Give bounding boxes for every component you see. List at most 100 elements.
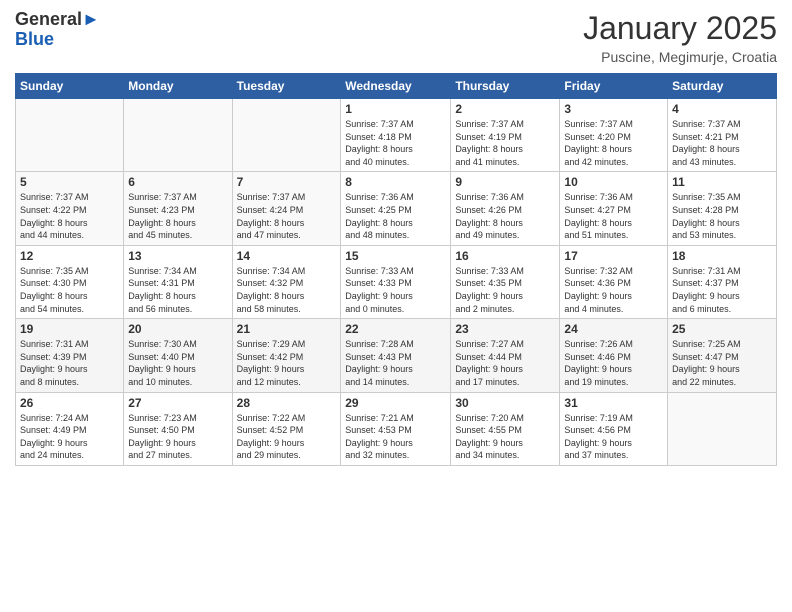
day-number: 2 [455, 102, 555, 116]
day-info: Sunrise: 7:23 AM Sunset: 4:50 PM Dayligh… [128, 412, 227, 462]
calendar-header-row: Sunday Monday Tuesday Wednesday Thursday… [16, 74, 777, 99]
day-number: 21 [237, 322, 337, 336]
day-number: 20 [128, 322, 227, 336]
calendar-cell: 16 Sunrise: 7:33 AM Sunset: 4:35 PM Dayli… [451, 245, 560, 318]
calendar-cell: 6 Sunrise: 7:37 AM Sunset: 4:23 PM Daylig… [124, 172, 232, 245]
day-info: Sunrise: 7:34 AM Sunset: 4:31 PM Dayligh… [128, 265, 227, 315]
day-number: 9 [455, 175, 555, 189]
col-monday: Monday [124, 74, 232, 99]
calendar-cell: 3Sunrise: 7:37 AM Sunset: 4:20 PM Daylig… [560, 99, 668, 172]
day-info: Sunrise: 7:31 AM Sunset: 4:39 PM Dayligh… [20, 338, 119, 388]
day-info: Sunrise: 7:37 AM Sunset: 4:19 PM Dayligh… [455, 118, 555, 168]
page-header: General► Blue January 2025 Puscine, Megi… [15, 10, 777, 65]
day-number: 4 [672, 102, 772, 116]
calendar-cell: 22 Sunrise: 7:28 AM Sunset: 4:43 PM Dayli… [341, 319, 451, 392]
calendar-cell [124, 99, 232, 172]
calendar-cell: 27 Sunrise: 7:23 AM Sunset: 4:50 PM Dayli… [124, 392, 232, 465]
day-number: 6 [128, 175, 227, 189]
day-info: Sunrise: 7:27 AM Sunset: 4:44 PM Dayligh… [455, 338, 555, 388]
day-number: 1 [345, 102, 446, 116]
calendar-cell: 29 Sunrise: 7:21 AM Sunset: 4:53 PM Dayli… [341, 392, 451, 465]
day-info: Sunrise: 7:20 AM Sunset: 4:55 PM Dayligh… [455, 412, 555, 462]
day-info: Sunrise: 7:30 AM Sunset: 4:40 PM Dayligh… [128, 338, 227, 388]
day-number: 14 [237, 249, 337, 263]
day-info: Sunrise: 7:31 AM Sunset: 4:37 PM Dayligh… [672, 265, 772, 315]
logo-blue-triangle: ► [82, 9, 100, 29]
calendar-cell: 30Sunrise: 7:20 AM Sunset: 4:55 PM Dayli… [451, 392, 560, 465]
day-info: Sunrise: 7:33 AM Sunset: 4:35 PM Dayligh… [455, 265, 555, 315]
day-info: Sunrise: 7:22 AM Sunset: 4:52 PM Dayligh… [237, 412, 337, 462]
calendar-cell: 17Sunrise: 7:32 AM Sunset: 4:36 PM Dayli… [560, 245, 668, 318]
calendar-week-row: 19 Sunrise: 7:31 AM Sunset: 4:39 PM Dayli… [16, 319, 777, 392]
calendar-cell: 2 Sunrise: 7:37 AM Sunset: 4:19 PM Daylig… [451, 99, 560, 172]
day-number: 23 [455, 322, 555, 336]
calendar-cell: 14 Sunrise: 7:34 AM Sunset: 4:32 PM Dayli… [232, 245, 341, 318]
day-number: 24 [564, 322, 663, 336]
calendar-cell: 13 Sunrise: 7:34 AM Sunset: 4:31 PM Dayli… [124, 245, 232, 318]
day-number: 7 [237, 175, 337, 189]
day-info: Sunrise: 7:36 AM Sunset: 4:27 PM Dayligh… [564, 191, 663, 241]
day-number: 22 [345, 322, 446, 336]
day-number: 11 [672, 175, 772, 189]
day-info: Sunrise: 7:34 AM Sunset: 4:32 PM Dayligh… [237, 265, 337, 315]
calendar-cell: 26 Sunrise: 7:24 AM Sunset: 4:49 PM Dayli… [16, 392, 124, 465]
day-number: 13 [128, 249, 227, 263]
day-info: Sunrise: 7:37 AM Sunset: 4:22 PM Dayligh… [20, 191, 119, 241]
title-block: January 2025 Puscine, Megimurje, Croatia [583, 10, 777, 65]
day-info: Sunrise: 7:29 AM Sunset: 4:42 PM Dayligh… [237, 338, 337, 388]
calendar-cell: 7Sunrise: 7:37 AM Sunset: 4:24 PM Daylig… [232, 172, 341, 245]
day-number: 29 [345, 396, 446, 410]
calendar-cell: 28Sunrise: 7:22 AM Sunset: 4:52 PM Dayli… [232, 392, 341, 465]
calendar-week-row: 5 Sunrise: 7:37 AM Sunset: 4:22 PM Daylig… [16, 172, 777, 245]
calendar-cell [668, 392, 777, 465]
day-number: 25 [672, 322, 772, 336]
day-info: Sunrise: 7:37 AM Sunset: 4:23 PM Dayligh… [128, 191, 227, 241]
day-info: Sunrise: 7:35 AM Sunset: 4:30 PM Dayligh… [20, 265, 119, 315]
calendar-table: Sunday Monday Tuesday Wednesday Thursday… [15, 73, 777, 466]
day-number: 31 [564, 396, 663, 410]
calendar-cell: 1 Sunrise: 7:37 AM Sunset: 4:18 PM Daylig… [341, 99, 451, 172]
col-friday: Friday [560, 74, 668, 99]
logo-blue: Blue [15, 29, 54, 49]
calendar-cell: 20 Sunrise: 7:30 AM Sunset: 4:40 PM Dayli… [124, 319, 232, 392]
day-info: Sunrise: 7:24 AM Sunset: 4:49 PM Dayligh… [20, 412, 119, 462]
day-number: 16 [455, 249, 555, 263]
calendar-cell: 21 Sunrise: 7:29 AM Sunset: 4:42 PM Dayli… [232, 319, 341, 392]
calendar-cell: 11Sunrise: 7:35 AM Sunset: 4:28 PM Dayli… [668, 172, 777, 245]
calendar-cell: 5 Sunrise: 7:37 AM Sunset: 4:22 PM Daylig… [16, 172, 124, 245]
day-info: Sunrise: 7:33 AM Sunset: 4:33 PM Dayligh… [345, 265, 446, 315]
col-tuesday: Tuesday [232, 74, 341, 99]
col-wednesday: Wednesday [341, 74, 451, 99]
calendar-week-row: 26 Sunrise: 7:24 AM Sunset: 4:49 PM Dayli… [16, 392, 777, 465]
day-info: Sunrise: 7:21 AM Sunset: 4:53 PM Dayligh… [345, 412, 446, 462]
calendar-cell: 23 Sunrise: 7:27 AM Sunset: 4:44 PM Dayli… [451, 319, 560, 392]
calendar-cell [16, 99, 124, 172]
day-info: Sunrise: 7:28 AM Sunset: 4:43 PM Dayligh… [345, 338, 446, 388]
logo: General► Blue [15, 10, 100, 50]
day-info: Sunrise: 7:37 AM Sunset: 4:18 PM Dayligh… [345, 118, 446, 168]
day-number: 19 [20, 322, 119, 336]
calendar-cell: 24Sunrise: 7:26 AM Sunset: 4:46 PM Dayli… [560, 319, 668, 392]
calendar-cell: 9Sunrise: 7:36 AM Sunset: 4:26 PM Daylig… [451, 172, 560, 245]
month-year-title: January 2025 [583, 10, 777, 47]
day-number: 26 [20, 396, 119, 410]
day-number: 12 [20, 249, 119, 263]
day-number: 3 [564, 102, 663, 116]
calendar-cell: 10Sunrise: 7:36 AM Sunset: 4:27 PM Dayli… [560, 172, 668, 245]
day-number: 18 [672, 249, 772, 263]
calendar-cell: 25Sunrise: 7:25 AM Sunset: 4:47 PM Dayli… [668, 319, 777, 392]
calendar-cell: 18 Sunrise: 7:31 AM Sunset: 4:37 PM Dayli… [668, 245, 777, 318]
day-number: 5 [20, 175, 119, 189]
calendar-cell: 4 Sunrise: 7:37 AM Sunset: 4:21 PM Daylig… [668, 99, 777, 172]
logo-general: General [15, 9, 82, 29]
calendar-cell [232, 99, 341, 172]
calendar-cell: 15 Sunrise: 7:33 AM Sunset: 4:33 PM Dayli… [341, 245, 451, 318]
day-number: 8 [345, 175, 446, 189]
day-info: Sunrise: 7:32 AM Sunset: 4:36 PM Dayligh… [564, 265, 663, 315]
day-number: 27 [128, 396, 227, 410]
day-info: Sunrise: 7:36 AM Sunset: 4:25 PM Dayligh… [345, 191, 446, 241]
day-number: 15 [345, 249, 446, 263]
calendar-cell: 31Sunrise: 7:19 AM Sunset: 4:56 PM Dayli… [560, 392, 668, 465]
calendar-cell: 12 Sunrise: 7:35 AM Sunset: 4:30 PM Dayli… [16, 245, 124, 318]
day-info: Sunrise: 7:37 AM Sunset: 4:21 PM Dayligh… [672, 118, 772, 168]
